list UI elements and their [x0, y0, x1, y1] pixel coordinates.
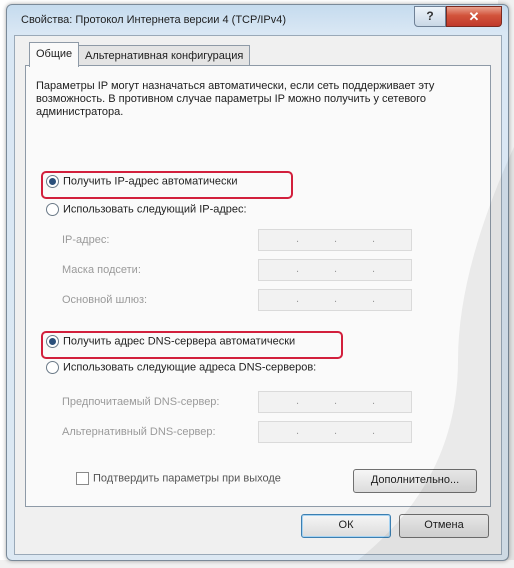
default-gateway-input[interactable]: ... [258, 289, 412, 311]
octet-separator: . [372, 395, 376, 407]
subnet-mask-input[interactable]: ... [258, 259, 412, 281]
octet-separator: . [296, 293, 300, 305]
octet-separator: . [296, 233, 300, 245]
octet-separator: . [296, 425, 300, 437]
octet-separator: . [296, 395, 300, 407]
octet-separator: . [334, 425, 338, 437]
title-bar[interactable]: Свойства: Протокол Интернета версии 4 (T… [7, 5, 508, 35]
radio-manual-ip[interactable]: Использовать следующий IP-адрес: [46, 203, 247, 219]
cancel-button[interactable]: Отмена [399, 514, 489, 538]
octet-separator: . [372, 293, 376, 305]
octet-separator: . [334, 263, 338, 275]
radio-button[interactable] [46, 361, 59, 374]
dialog-client-area: Общие Альтернативная конфигурация Параме… [14, 35, 502, 555]
radio-manual-dns-label: Использовать следующие адреса DNS-сервер… [63, 361, 317, 374]
subnet-mask-label: Маска подсети: [62, 264, 141, 276]
octet-separator: . [372, 233, 376, 245]
window-title: Свойства: Протокол Интернета версии 4 (T… [21, 14, 287, 26]
octet-separator: . [372, 425, 376, 437]
radio-auto-dns[interactable]: Получить адрес DNS-сервера автоматически [46, 335, 295, 351]
octet-separator: . [372, 263, 376, 275]
background-stripe [0, 560, 514, 568]
radio-manual-dns[interactable]: Использовать следующие адреса DNS-сервер… [46, 361, 316, 377]
tab-general[interactable]: Общие [29, 42, 80, 67]
radio-auto-ip[interactable]: Получить IP-адрес автоматически [46, 175, 237, 191]
checkbox-box[interactable] [76, 472, 89, 485]
tab-alternate-configuration[interactable]: Альтернативная конфигурация [78, 45, 251, 66]
preferred-dns-input[interactable]: ... [258, 391, 412, 413]
validate-settings-checkbox[interactable]: Подтвердить параметры при выходе [76, 472, 281, 488]
ok-button[interactable]: ОК [301, 514, 391, 538]
validate-settings-label: Подтвердить параметры при выходе [93, 472, 281, 485]
alternate-dns-label: Альтернативный DNS-сервер: [62, 426, 216, 438]
help-button[interactable]: ? [414, 6, 446, 27]
alternate-dns-input[interactable]: ... [258, 421, 412, 443]
advanced-button[interactable]: Дополнительно... [353, 469, 477, 493]
octet-separator: . [334, 233, 338, 245]
ip-address-input[interactable]: ... [258, 229, 412, 251]
radio-auto-ip-label: Получить IP-адрес автоматически [63, 175, 238, 188]
radio-button[interactable] [46, 203, 59, 216]
octet-separator: . [334, 395, 338, 407]
properties-dialog: Свойства: Протокол Интернета версии 4 (T… [6, 4, 509, 561]
radio-button-checked[interactable] [46, 175, 59, 188]
default-gateway-label: Основной шлюз: [62, 294, 148, 306]
octet-separator: . [334, 293, 338, 305]
radio-button-checked[interactable] [46, 335, 59, 348]
description-text: Параметры IP могут назначаться автоматич… [36, 80, 435, 118]
radio-auto-dns-label: Получить адрес DNS-сервера автоматически [63, 335, 296, 348]
radio-manual-ip-label: Использовать следующий IP-адрес: [63, 203, 247, 216]
ip-address-label: IP-адрес: [62, 234, 110, 246]
tab-strip: Общие Альтернативная конфигурация [15, 36, 501, 67]
preferred-dns-label: Предпочитаемый DNS-сервер: [62, 396, 220, 408]
octet-separator: . [296, 263, 300, 275]
close-button[interactable]: ✕ [446, 6, 502, 27]
general-tab-page: Параметры IP могут назначаться автоматич… [25, 65, 491, 507]
